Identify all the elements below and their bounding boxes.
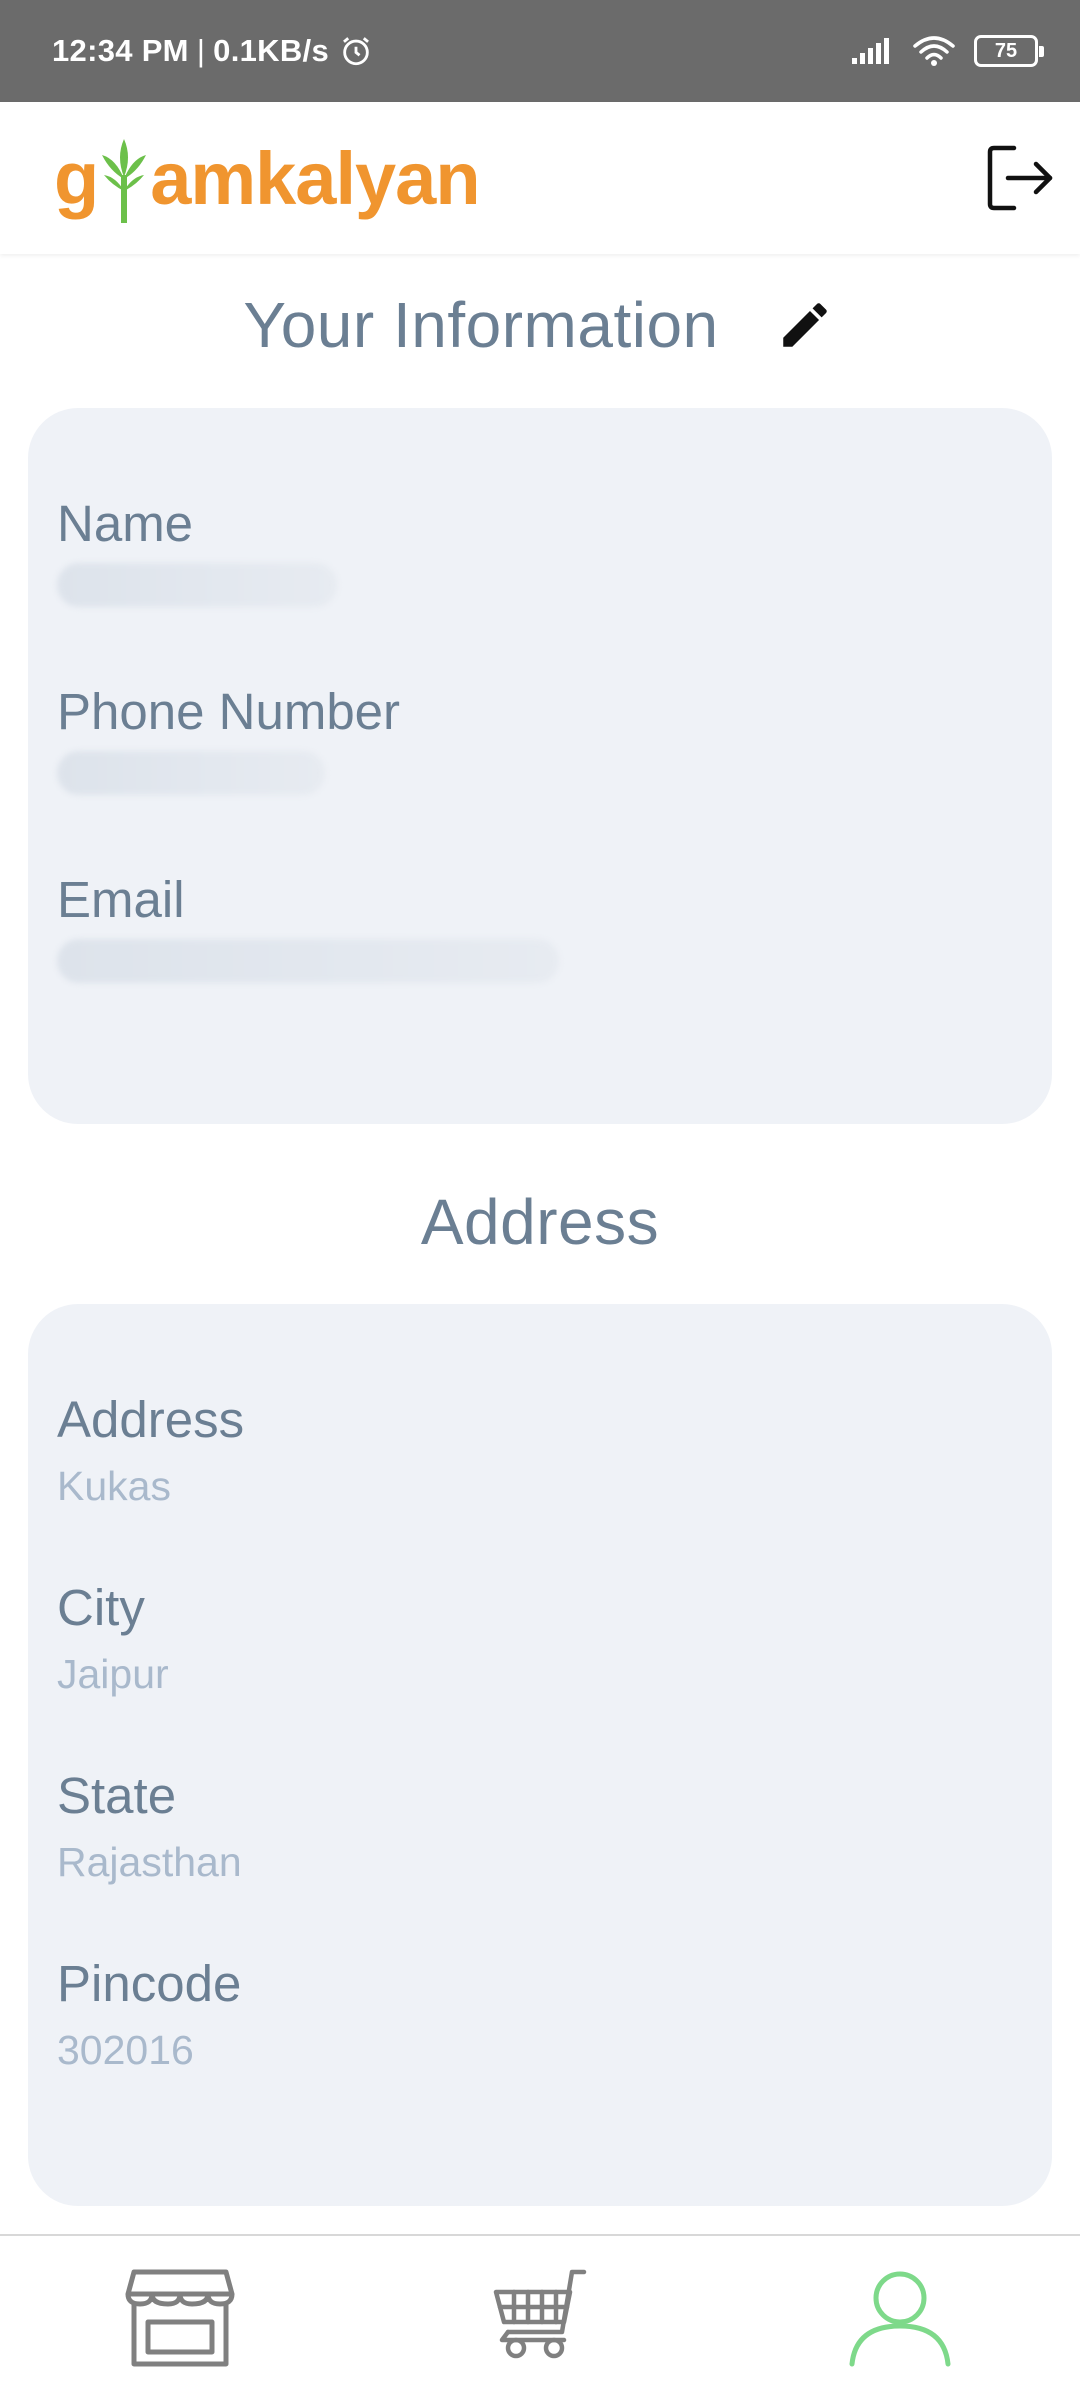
your-information-header: Your Information — [0, 288, 1080, 362]
battery-level: 75 — [994, 39, 1018, 62]
phone-label: Phone Number — [57, 683, 401, 740]
email-field: Email — [57, 870, 559, 983]
edit-button[interactable] — [773, 293, 837, 357]
city-label: City — [57, 1579, 145, 1636]
profile-icon — [849, 2271, 951, 2367]
alarm-icon — [343, 37, 369, 66]
phone-value-redacted — [57, 751, 325, 795]
personal-info-card: Name Phone Number Email — [28, 408, 1052, 1124]
address-card: Address Kukas City Jaipur State Rajastha… — [28, 1304, 1052, 2206]
pincode-field: Pincode 302016 — [57, 1954, 241, 2074]
nav-store-button[interactable] — [110, 2258, 250, 2378]
email-label: Email — [57, 871, 185, 928]
logo-text-end: amkalyan — [150, 137, 480, 220]
app-logo: g amkalyan — [54, 135, 481, 223]
city-field: City Jaipur — [57, 1578, 169, 1698]
status-right: 75 — [850, 34, 1044, 68]
name-field: Name — [57, 494, 337, 607]
leaf-logo-icon — [102, 139, 147, 223]
signal-icon — [852, 38, 889, 64]
status-time: 12:34 PM — [52, 33, 189, 68]
status-bar: 12:34 PM | 0.1KB/s 75 — [0, 0, 1080, 102]
pincode-value: 302016 — [57, 2027, 194, 2073]
logout-icon — [987, 145, 1053, 211]
city-value: Jaipur — [57, 1651, 169, 1697]
nav-cart-button[interactable] — [470, 2258, 610, 2378]
cart-icon — [493, 2269, 587, 2359]
status-left: 12:34 PM | 0.1KB/s — [52, 33, 373, 69]
pencil-icon — [782, 303, 827, 347]
name-value-redacted — [57, 563, 337, 607]
phone-field: Phone Number — [57, 682, 400, 795]
your-information-title: Your Information — [243, 289, 719, 361]
address-section-title: Address — [420, 1186, 660, 1258]
store-icon — [125, 2269, 235, 2367]
bottom-navigation — [0, 2234, 1080, 2400]
status-network-speed: 0.1KB/s — [213, 33, 329, 68]
state-value: Rajasthan — [57, 1839, 242, 1885]
state-label: State — [57, 1767, 177, 1824]
email-value-redacted — [57, 939, 559, 983]
address-field: Address Kukas — [57, 1390, 244, 1510]
logo-text-start: g — [54, 137, 99, 220]
address-label: Address — [57, 1391, 245, 1448]
pincode-label: Pincode — [57, 1955, 242, 2012]
app-header: g amkalyan — [0, 102, 1080, 254]
state-field: State Rajasthan — [57, 1766, 242, 1886]
wifi-icon — [913, 36, 955, 66]
name-label: Name — [57, 495, 194, 552]
battery-icon: 75 — [974, 35, 1044, 67]
status-separator: | — [196, 33, 206, 68]
address-value: Kukas — [57, 1463, 171, 1509]
nav-profile-button[interactable] — [830, 2258, 970, 2378]
logout-button[interactable] — [980, 138, 1060, 218]
